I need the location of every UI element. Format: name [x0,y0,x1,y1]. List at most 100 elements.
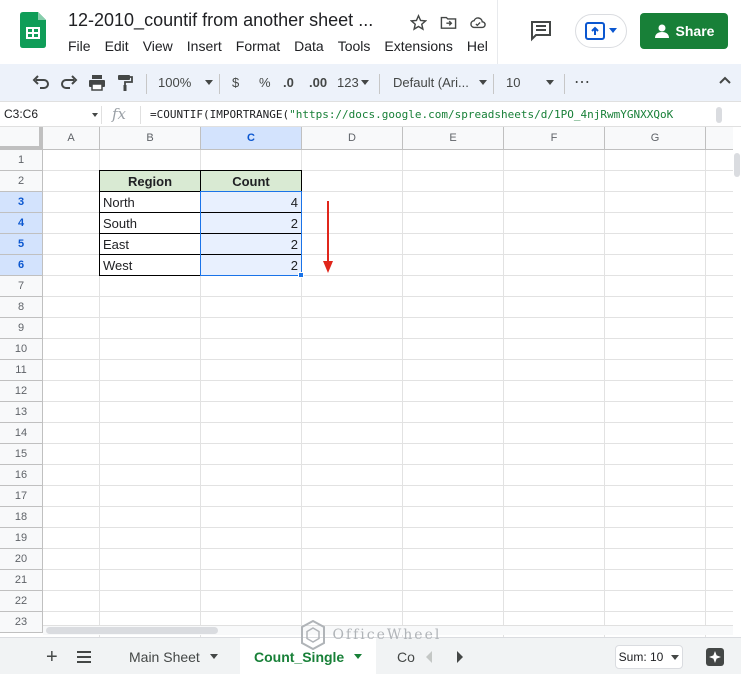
scroll-tabs-left-icon[interactable] [425,650,433,666]
row-header[interactable]: 19 [0,528,43,549]
add-sheet-icon[interactable]: + [46,646,58,669]
print-icon[interactable] [88,74,106,91]
sheet-tab-label: Count_Single [254,648,345,665]
row-header[interactable]: 20 [0,549,43,570]
menu-tools[interactable]: Tools [338,38,371,54]
sheets-logo-icon[interactable] [20,12,46,48]
sum-indicator[interactable]: Sum: 10 [615,645,683,669]
star-icon[interactable] [408,12,428,32]
table-header-count[interactable]: Count [200,170,302,192]
vertical-scrollbar[interactable] [733,150,741,637]
column-header-b[interactable]: B [100,127,201,150]
row-header[interactable]: 7 [0,276,43,297]
grid-line [43,527,733,528]
column-header-d[interactable]: D [302,127,403,150]
currency-format-button[interactable]: $ [232,75,239,90]
table-header-region[interactable]: Region [99,170,201,192]
row-header[interactable]: 15 [0,444,43,465]
more-formats-select[interactable]: 123 [337,75,369,90]
formula-input[interactable]: =COUNTIF(IMPORTRANGE("https://docs.googl… [150,108,708,121]
row-header[interactable]: 1 [0,150,43,171]
region-cell[interactable]: West [99,254,201,276]
all-sheets-icon[interactable] [76,650,92,667]
more-options-button[interactable]: ⋯ [574,72,590,92]
explore-icon[interactable] [705,647,725,667]
row-header[interactable]: 22 [0,591,43,612]
menu-extensions[interactable]: Extensions [384,38,452,54]
grid-line [43,359,733,360]
caret-down-icon [671,654,680,660]
scroll-tabs-right-icon[interactable] [456,650,464,666]
column-header-c[interactable]: C [201,127,302,150]
formula-divider [101,106,102,124]
row-header[interactable]: 23 [0,612,43,633]
sheet-grid[interactable]: A B C D E F G 1 2 3 4 5 6 7 8 9 10 11 12… [0,127,741,637]
menu-data[interactable]: Data [294,38,324,54]
formula-scroll-thumb[interactable] [716,107,722,123]
increase-decimal-button[interactable]: .00 [309,75,327,90]
region-cell[interactable]: East [99,233,201,255]
redo-icon[interactable] [60,74,78,90]
menu-help[interactable]: Hel [467,38,488,54]
paint-format-icon[interactable] [117,74,133,92]
document-title[interactable]: 12-2010_countif from another sheet ... [68,10,373,31]
formula-string: "https://docs.google.com/spreadsheets/d/… [289,108,674,121]
row-header[interactable]: 14 [0,423,43,444]
row-header[interactable]: 8 [0,297,43,318]
menu-format[interactable]: Format [236,38,280,54]
grid-line [43,611,733,612]
menu-edit[interactable]: Edit [105,38,129,54]
collapse-toolbar-icon[interactable] [719,76,731,84]
row-header[interactable]: 3 [0,192,43,213]
menu-insert[interactable]: Insert [187,38,222,54]
column-header-e[interactable]: E [403,127,504,150]
row-header[interactable]: 16 [0,465,43,486]
row-header[interactable]: 18 [0,507,43,528]
zoom-select[interactable]: 100% [158,75,214,90]
sheet-tab-label: Co [397,648,415,665]
name-box[interactable]: C3:C6 [4,107,98,121]
row-header[interactable]: 21 [0,570,43,591]
row-header[interactable]: 10 [0,339,43,360]
fill-handle[interactable] [298,272,304,278]
column-header-f[interactable]: F [504,127,605,150]
row-header[interactable]: 4 [0,213,43,234]
row-header[interactable]: 11 [0,360,43,381]
grid-line [43,548,733,549]
select-all-corner[interactable] [0,127,43,150]
menu-view[interactable]: View [143,38,173,54]
column-header-h[interactable] [706,127,733,150]
row-header[interactable]: 2 [0,171,43,192]
row-header[interactable]: 12 [0,381,43,402]
menu-file[interactable]: File [68,38,91,54]
undo-icon[interactable] [32,74,50,90]
horizontal-scroll-thumb[interactable] [46,627,218,634]
cloud-saved-icon[interactable] [468,12,488,32]
column-header-g[interactable]: G [605,127,706,150]
officewheel-watermark: OfficeWheel [300,619,441,651]
vertical-scroll-thumb[interactable] [734,153,740,177]
zoom-value: 100% [158,75,192,90]
row-header[interactable]: 17 [0,486,43,507]
row-header[interactable]: 5 [0,234,43,255]
region-cell[interactable]: South [99,212,201,234]
decrease-decimal-button[interactable]: .0 [283,75,294,90]
share-label: Share [675,23,715,39]
percent-label: % [259,75,271,90]
present-button[interactable] [575,14,627,48]
sheet-tab-main[interactable]: Main Sheet [115,638,232,674]
grid-line [43,443,733,444]
share-button[interactable]: Share [640,13,728,49]
row-header[interactable]: 9 [0,318,43,339]
row-header[interactable]: 6 [0,255,43,276]
row-header[interactable]: 13 [0,402,43,423]
percent-format-button[interactable]: % [259,75,271,90]
font-family-select[interactable]: Default (Ari... [393,75,487,90]
font-size-select[interactable]: 10 [506,75,555,90]
column-header-a[interactable]: A [43,127,100,150]
grid-line [604,150,605,637]
move-folder-icon[interactable] [438,12,458,32]
grid-line [43,506,733,507]
comments-icon[interactable] [529,18,553,42]
region-cell[interactable]: North [99,191,201,213]
